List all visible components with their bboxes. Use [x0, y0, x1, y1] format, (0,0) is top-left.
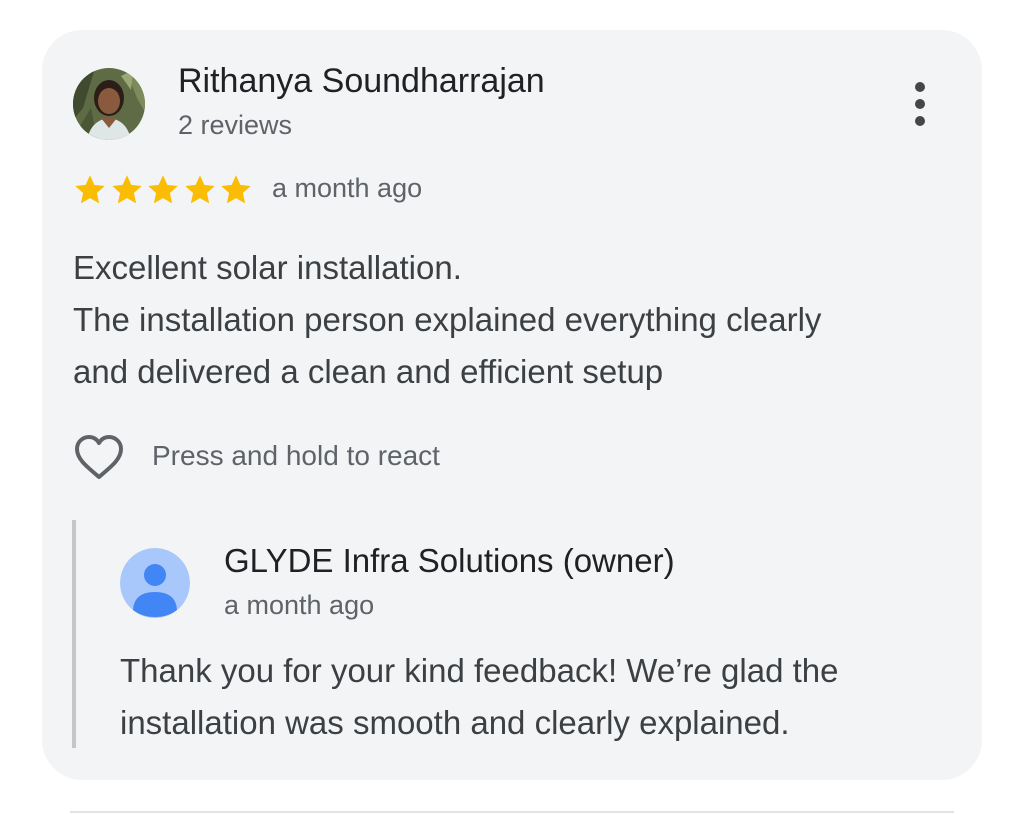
heart-outline-icon	[75, 435, 123, 479]
reviewer-avatar[interactable]	[73, 68, 145, 140]
review-text: Excellent solar installation. The instal…	[73, 242, 953, 398]
more-vert-icon	[915, 82, 925, 92]
reviewer-name[interactable]: Rithanya Soundharrajan	[178, 62, 545, 101]
review-time: a month ago	[272, 173, 423, 203]
owner-reply-line: Thank you for your kind feedback! We’re …	[120, 652, 839, 689]
react-button[interactable]	[72, 432, 126, 486]
owner-reply-time: a month ago	[224, 590, 375, 620]
review-text-line: The installation person explained everyt…	[73, 301, 822, 338]
section-divider	[70, 811, 954, 813]
star-rating	[72, 172, 255, 208]
star-icon	[221, 175, 251, 204]
more-options-button[interactable]	[898, 78, 942, 130]
person-icon	[120, 548, 190, 618]
star-icon	[75, 175, 105, 204]
owner-reply-text: Thank you for your kind feedback! We’re …	[120, 645, 940, 749]
more-vert-icon-dot-3	[915, 116, 925, 126]
star-icon	[111, 175, 142, 204]
reply-divider	[72, 520, 76, 748]
owner-name: GLYDE Infra Solutions (owner)	[224, 542, 675, 579]
star-icon	[184, 175, 215, 204]
more-vert-icon-dot-2	[915, 99, 925, 109]
star-icon	[148, 175, 178, 204]
reviewer-review-count[interactable]: 2 reviews	[178, 110, 292, 141]
review-text-line: Excellent solar installation.	[73, 249, 462, 286]
owner-avatar	[120, 548, 190, 618]
review-text-line: and delivered a clean and efficient setu…	[73, 353, 664, 390]
react-hint-label: Press and hold to react	[152, 440, 440, 471]
owner-reply-line: installation was smooth and clearly expl…	[120, 704, 790, 741]
